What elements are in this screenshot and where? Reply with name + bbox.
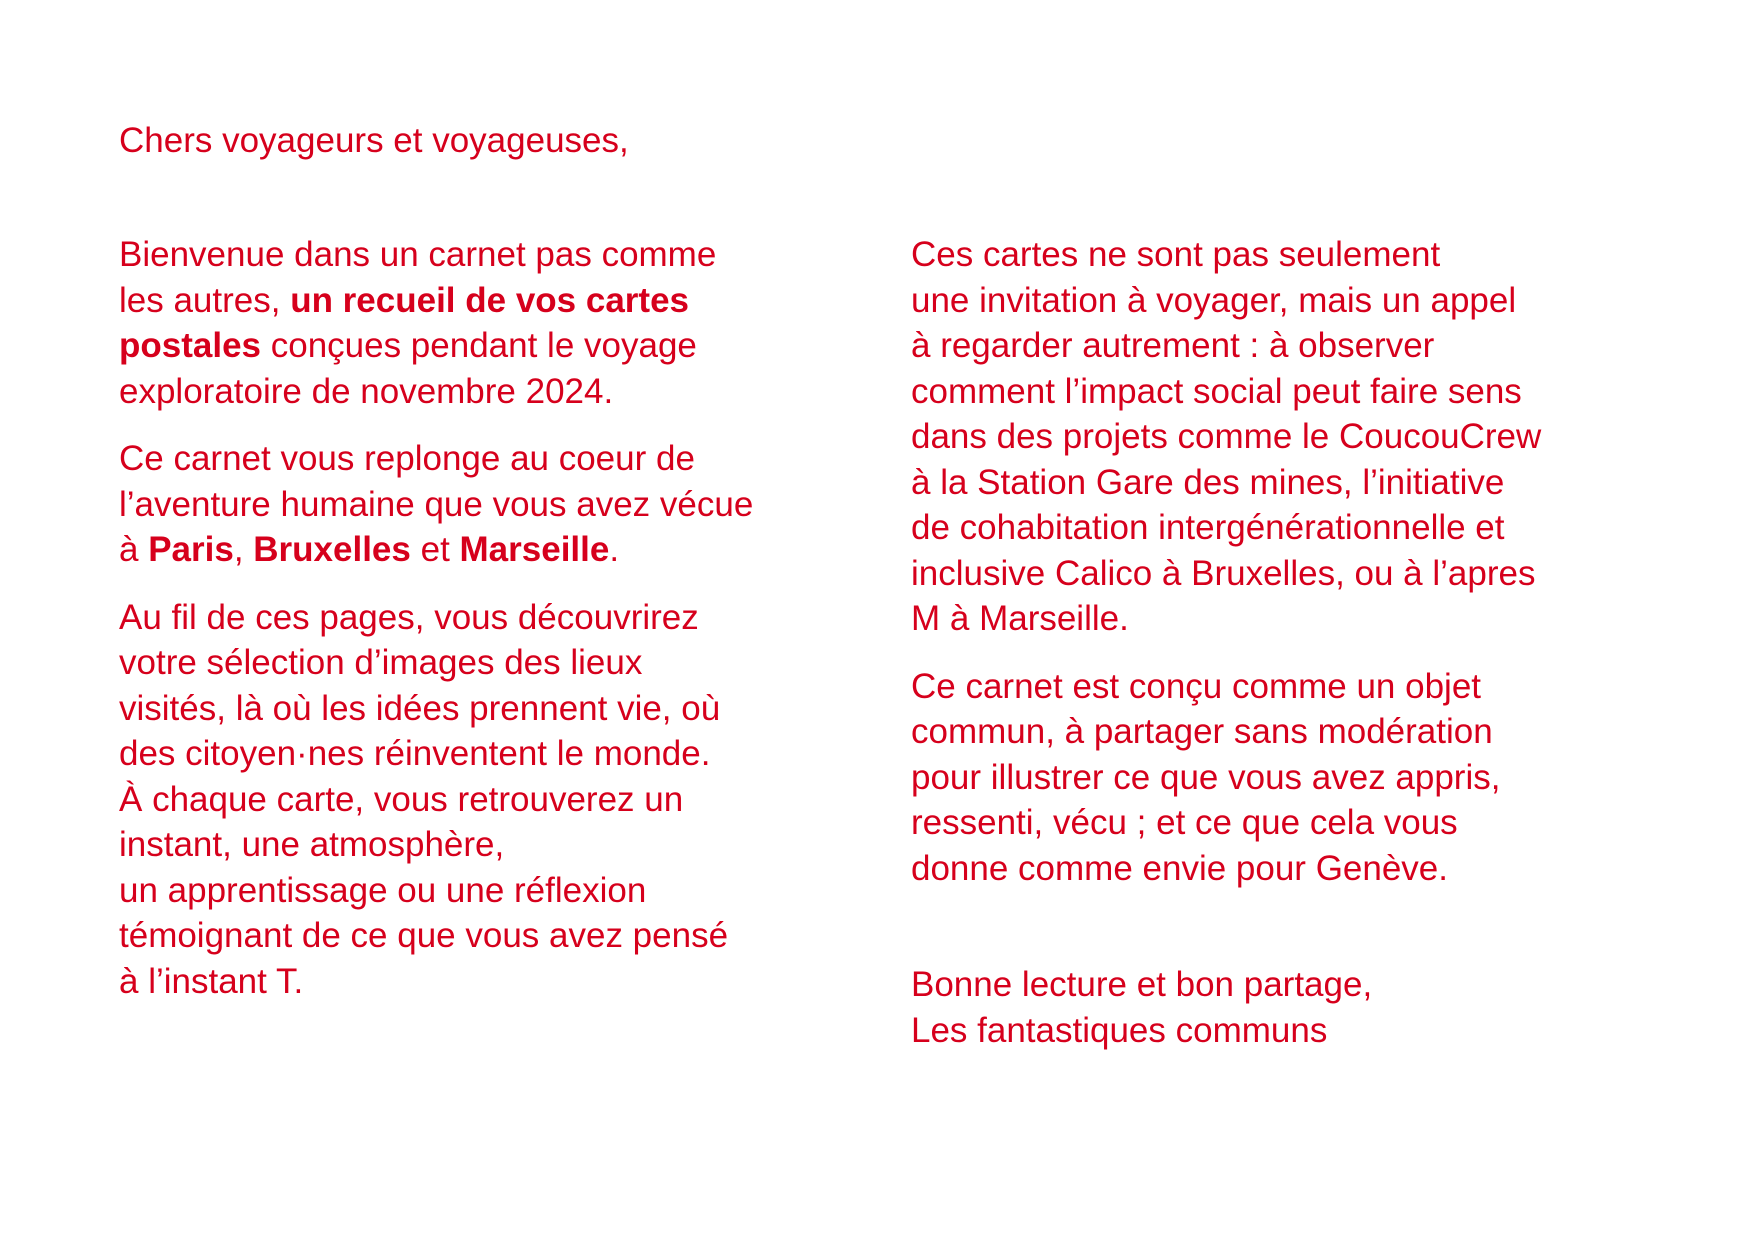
- text-run: ,: [233, 530, 254, 569]
- text-line: donne comme envie pour Genève.: [911, 848, 1448, 888]
- text-line: dans des projets comme le CoucouCrew: [911, 417, 1542, 456]
- cities-paragraph: Ce carnet vous replonge au coeur de l’av…: [119, 436, 859, 573]
- document-page: Chers voyageurs et voyageuses, Bienvenue…: [0, 0, 1754, 1240]
- text-line: commun, à partager sans modération: [911, 712, 1493, 751]
- text-line: des citoyen·nes réinventent le monde.: [119, 734, 711, 773]
- text-run: à: [119, 530, 149, 569]
- text-line: Ce carnet est conçu comme un objet: [911, 666, 1482, 706]
- text-line: de cohabitation intergénérationnelle et: [911, 508, 1505, 547]
- closing-signature: Bonne lecture et bon partage, Les fantas…: [911, 962, 1372, 1053]
- text-line: à la Station Gare des mines, l’initiativ…: [911, 462, 1505, 502]
- text-line: les autres, un recueil de vos cartes: [119, 278, 859, 324]
- text-line: pour illustrer ce que vous avez appris,: [911, 757, 1501, 797]
- intro-paragraph: Bienvenue dans un carnet pas comme les a…: [119, 232, 859, 414]
- shared-object-paragraph: Ce carnet est conçu comme un objet commu…: [911, 664, 1671, 892]
- text-line: à Paris, Bruxelles et Marseille.: [119, 527, 859, 573]
- text-line: ressenti, vécu ; et ce que cela vous: [911, 803, 1458, 842]
- text-line: Bienvenue dans un carnet pas comme: [119, 235, 717, 274]
- city-marseille: Marseille: [459, 530, 610, 569]
- text-line: témoignant de ce que vous avez pensé: [119, 916, 729, 955]
- pages-paragraph: Au fil de ces pages, vous découvrirez vo…: [119, 595, 859, 1005]
- text-line: un apprentissage ou une réflexion: [119, 870, 647, 910]
- city-bruxelles: Bruxelles: [253, 530, 411, 569]
- text-line: À chaque carte, vous retrouverez un: [119, 779, 684, 819]
- text-line: comment l’impact social peut faire sens: [911, 371, 1522, 411]
- text-line: visités, là où les idées prennent vie, o…: [119, 688, 721, 728]
- bold-run: un recueil de vos cartes: [290, 280, 689, 320]
- text-line: Ce carnet vous replonge au coeur de: [119, 439, 695, 478]
- text-line: l’aventure humaine que vous avez vécue: [119, 484, 754, 524]
- text-line: Ces cartes ne sont pas seulement: [911, 235, 1441, 274]
- text-line: instant, une atmosphère,: [119, 825, 505, 864]
- text-run: conçues pendant le voyage: [261, 326, 697, 365]
- text-line: inclusive Calico à Bruxelles, ou à l’apr…: [911, 553, 1536, 593]
- text-run: les autres,: [119, 280, 291, 320]
- cards-paragraph: Ces cartes ne sont pas seulement une inv…: [911, 232, 1671, 642]
- text-line: exploratoire de novembre 2024.: [119, 371, 614, 411]
- signature-line: Les fantastiques communs: [911, 1010, 1328, 1050]
- text-line: à regarder autrement : à observer: [911, 326, 1435, 365]
- closing-line: Bonne lecture et bon partage,: [911, 965, 1373, 1004]
- right-column: Ces cartes ne sont pas seulement une inv…: [911, 232, 1671, 913]
- text-run: et: [410, 530, 460, 569]
- text-line: une invitation à voyager, mais un appel: [911, 280, 1517, 320]
- text-line: votre sélection d’images des lieux: [119, 643, 643, 682]
- text-line: M à Marseille.: [911, 599, 1129, 638]
- text-line: Au fil de ces pages, vous découvrirez: [119, 597, 699, 637]
- greeting: Chers voyageurs et voyageuses,: [119, 121, 629, 160]
- text-line: postales conçues pendant le voyage: [119, 323, 859, 369]
- text-run: .: [609, 530, 620, 569]
- city-paris: Paris: [148, 530, 234, 569]
- left-column: Bienvenue dans un carnet pas comme les a…: [119, 232, 859, 1026]
- bold-run: postales: [119, 326, 261, 365]
- text-line: à l’instant T.: [119, 961, 304, 1001]
